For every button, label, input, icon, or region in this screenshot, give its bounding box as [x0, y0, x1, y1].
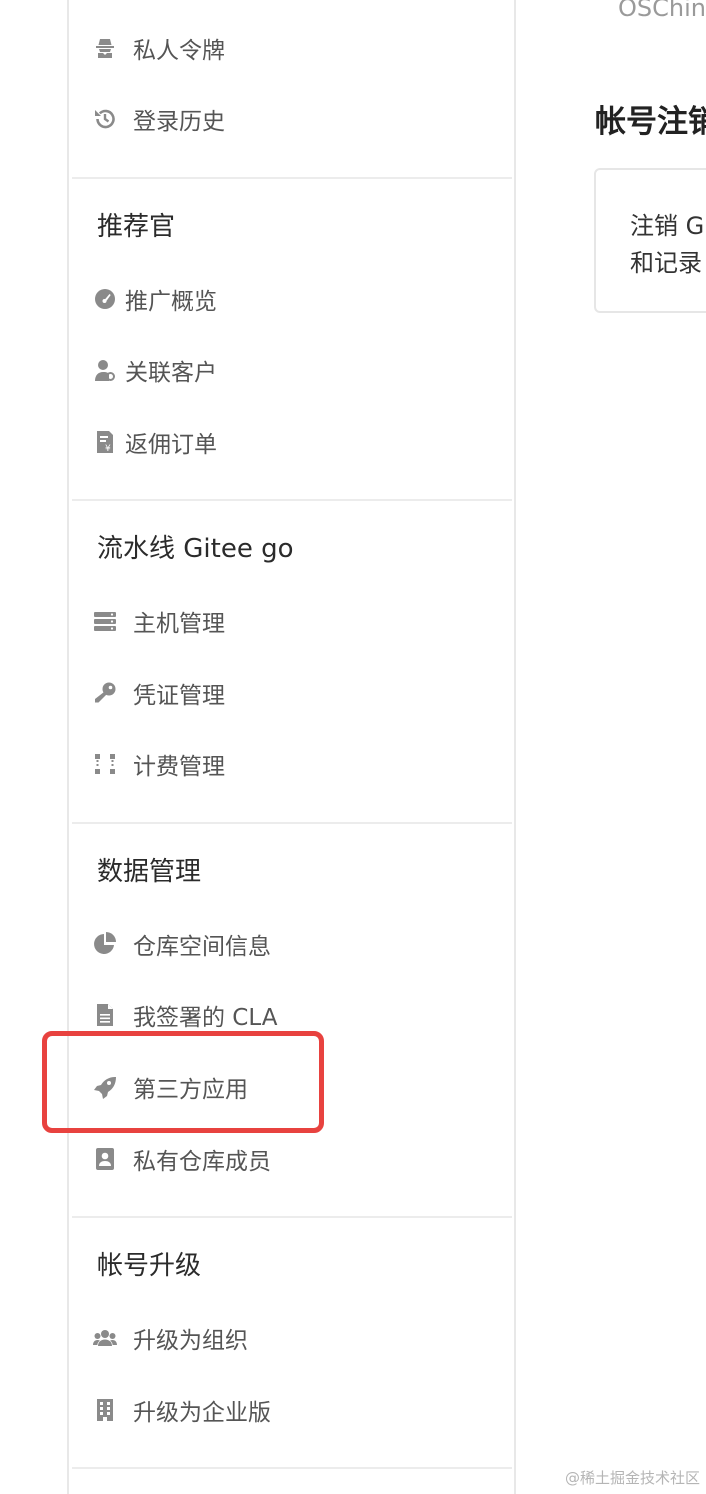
document-icon — [93, 1001, 121, 1029]
sidebar-item-label: 推广概览 — [125, 289, 217, 315]
invoice-icon: ¥ — [93, 428, 117, 456]
sidebar-item-linked-customers[interactable]: 关联客户 — [93, 350, 217, 390]
dashboard-icon — [93, 285, 117, 313]
sidebar-item-label: 返佣订单 — [125, 432, 217, 458]
section-heading-pipeline: 流水线 Gitee go — [97, 533, 294, 564]
sidebar-item-billing-management[interactable]: 计费管理 — [93, 744, 225, 784]
building-icon — [93, 1396, 121, 1424]
user-link-icon — [93, 356, 117, 384]
key-icon — [93, 679, 121, 707]
divider — [72, 1467, 512, 1469]
page-title: 帐号注销 — [595, 104, 706, 140]
sidebar-item-third-party-apps[interactable]: 第三方应用 — [93, 1067, 248, 1107]
sidebar-item-label: 关联客户 — [125, 360, 217, 386]
sidebar-item-label: 登录历史 — [133, 109, 225, 135]
sidebar-item-private-token[interactable]: 私人令牌 — [93, 28, 225, 68]
sidebar-item-upgrade-to-enterprise[interactable]: 升级为企业版 — [93, 1390, 271, 1430]
sidebar-item-label: 仓库空间信息 — [133, 934, 271, 960]
top-link-text[interactable]: OSChin — [618, 0, 706, 22]
divider — [72, 177, 512, 179]
pie-chart-icon — [93, 930, 121, 958]
sidebar-item-label: 升级为企业版 — [133, 1400, 271, 1426]
section-heading-account-upgrade: 帐号升级 — [97, 1250, 202, 1281]
divider — [72, 1216, 512, 1218]
sidebar-item-credential-management[interactable]: 凭证管理 — [93, 673, 225, 713]
sidebar-item-label: 计费管理 — [133, 754, 225, 780]
svg-text:¥: ¥ — [105, 444, 111, 454]
sidebar-item-label: 凭证管理 — [133, 683, 225, 709]
rocket-icon — [93, 1073, 121, 1101]
sidebar-item-label: 升级为组织 — [133, 1328, 248, 1354]
sidebar-item-label: 我签署的 CLA — [133, 1005, 278, 1031]
account-deletion-card: 注销 G 和记录 — [594, 168, 706, 313]
card-text-line: 和记录 — [630, 249, 702, 277]
users-icon — [93, 1324, 121, 1352]
sidebar-item-label: 私有仓库成员 — [133, 1149, 271, 1175]
sidebar-item-label: 私人令牌 — [133, 38, 225, 64]
sidebar-item-host-management[interactable]: 主机管理 — [93, 601, 225, 641]
sidebar-item-repo-space-info[interactable]: 仓库空间信息 — [93, 924, 271, 964]
nodes-icon — [93, 750, 121, 778]
sidebar-item-commission-orders[interactable]: ¥ 返佣订单 — [93, 422, 217, 462]
card-text-line: 注销 G — [630, 212, 705, 240]
divider — [72, 822, 512, 824]
spy-icon — [93, 34, 121, 62]
watermark: @稀土掘金技术社区 — [564, 1469, 700, 1487]
contact-card-icon — [93, 1145, 121, 1173]
sidebar-item-private-repo-members[interactable]: 私有仓库成员 — [93, 1139, 271, 1179]
sidebar-item-label: 第三方应用 — [133, 1077, 248, 1103]
server-icon — [93, 607, 121, 635]
section-heading-data-management: 数据管理 — [97, 856, 202, 887]
sidebar-item-promotion-overview[interactable]: 推广概览 — [93, 279, 217, 319]
sidebar-item-upgrade-to-organization[interactable]: 升级为组织 — [93, 1318, 248, 1358]
history-icon — [93, 105, 121, 133]
sidebar-item-login-history[interactable]: 登录历史 — [93, 99, 225, 139]
sidebar-item-label: 主机管理 — [133, 611, 225, 637]
divider — [72, 499, 512, 501]
section-heading-referral: 推荐官 — [97, 211, 176, 242]
sidebar-item-signed-cla[interactable]: 我签署的 CLA — [93, 995, 277, 1035]
